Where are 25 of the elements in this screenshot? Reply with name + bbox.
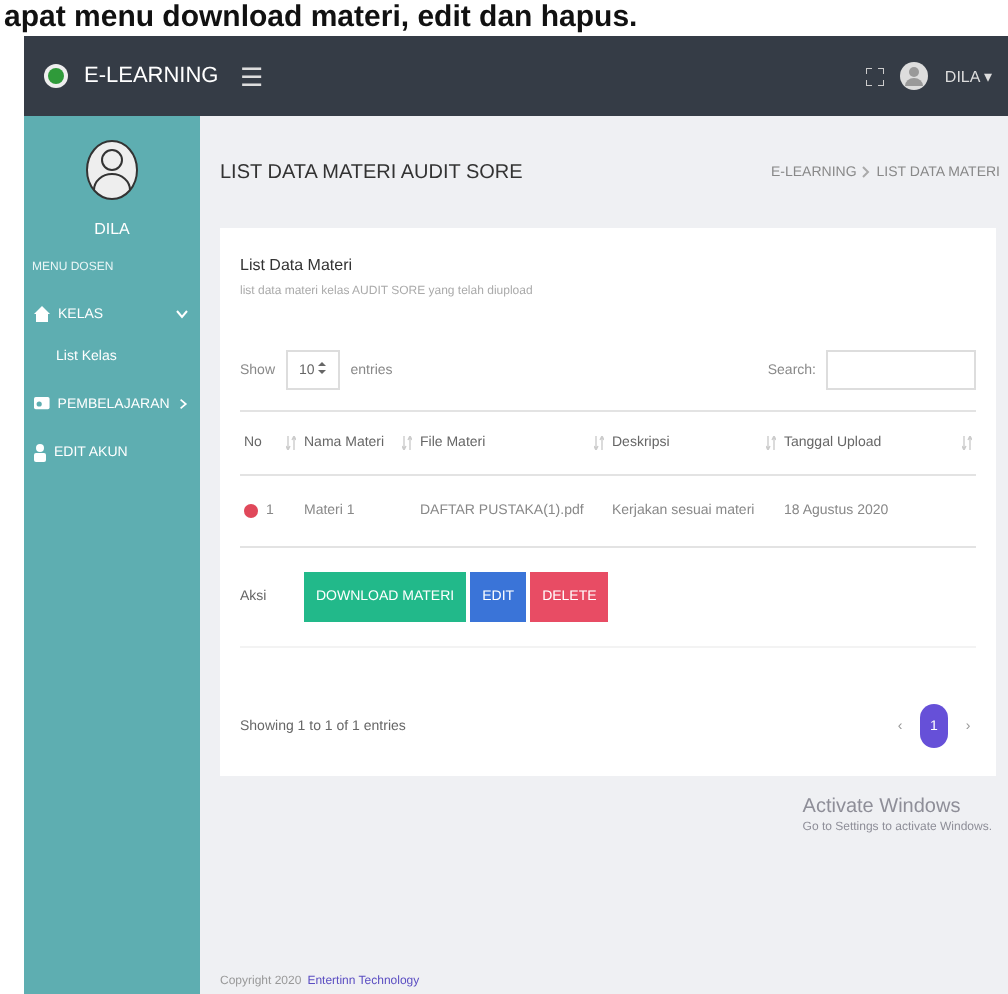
caption-text: apat menu download materi, edit dan hapus. xyxy=(2,0,640,36)
avatar-icon[interactable] xyxy=(900,62,929,90)
person-icon xyxy=(34,444,46,462)
user-name[interactable]: DILA ▾ xyxy=(944,67,992,85)
page-title: LIST DATA MATERI AUDIT SORE xyxy=(220,161,523,183)
logo-icon xyxy=(44,64,68,88)
sort-icon[interactable] xyxy=(286,436,296,450)
sort-icon[interactable] xyxy=(766,436,776,450)
sort-icon[interactable] xyxy=(594,436,604,450)
brand-name[interactable]: E-LEARNING xyxy=(84,64,224,88)
menu-icon[interactable]: ☰ xyxy=(240,61,851,91)
sort-icon[interactable] xyxy=(962,436,972,450)
board-icon xyxy=(34,396,50,412)
user-name: DILA xyxy=(94,220,130,238)
house-icon xyxy=(34,306,50,322)
separator-icon xyxy=(862,166,871,178)
sort-icon[interactable] xyxy=(402,436,412,450)
chevron-icon[interactable] xyxy=(177,398,188,410)
card-title: List Data Materi xyxy=(240,256,355,274)
fullscreen-icon[interactable] xyxy=(866,67,885,85)
chevron-icon[interactable] xyxy=(176,308,188,320)
search-field[interactable] xyxy=(826,350,976,390)
updown-icon xyxy=(318,362,327,374)
avatar-icon xyxy=(86,140,138,200)
watermark-title: Activate Windows xyxy=(802,796,963,818)
